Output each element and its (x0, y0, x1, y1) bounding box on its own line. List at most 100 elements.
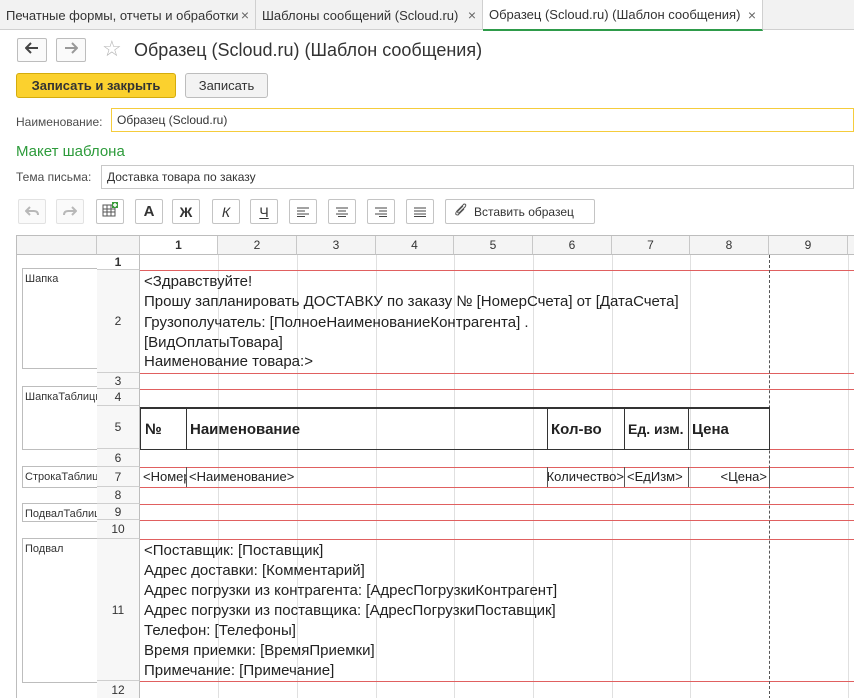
close-icon[interactable]: × (748, 7, 756, 23)
group-table-header[interactable]: ШапкаТаблицы (22, 386, 98, 450)
row-header[interactable]: 11 (97, 539, 140, 681)
name-field[interactable]: Образец (Scloud.ru) (111, 108, 854, 132)
arrow-left-icon (24, 41, 39, 59)
redo-icon (63, 204, 78, 220)
row-header[interactable]: 10 (97, 520, 140, 539)
align-justify-button[interactable] (406, 199, 434, 224)
underline-button[interactable]: Ч (250, 199, 278, 224)
footer-text-line: <Поставщик: [Поставщик] (144, 542, 324, 559)
group-header[interactable]: Шапка (22, 268, 98, 369)
undo-icon (24, 204, 39, 220)
group-footer[interactable]: Подвал (22, 538, 98, 683)
row-header[interactable]: 8 (97, 487, 140, 504)
row-header[interactable]: 9 (97, 504, 140, 520)
table-header-cell[interactable]: Кол-во (547, 407, 625, 450)
header-text-line: [ВидОплатыТовара] (144, 334, 283, 351)
subject-label: Тема письма: (16, 170, 92, 184)
section-line (140, 681, 854, 682)
row-header[interactable]: 7 (97, 467, 140, 487)
subject-field[interactable]: Доставка товара по заказу (101, 165, 854, 189)
column-header[interactable]: 2 (218, 236, 297, 255)
column-header[interactable]: 9 (769, 236, 848, 255)
footer-text-line: Примечание: [Примечание] (144, 662, 335, 679)
table-header-cell[interactable]: Ед. изм. (624, 407, 689, 450)
section-line (140, 389, 854, 390)
tab-label: Образец (Scloud.ru) (Шаблон сообщения) (489, 7, 741, 22)
table-row-cell[interactable]: <НомерСтроки> (141, 467, 187, 487)
insert-table-button[interactable] (96, 199, 124, 224)
tab-label: Печатные формы, отчеты и обработки (6, 7, 239, 23)
row-header[interactable]: 2 (97, 270, 140, 373)
footer-text-line: Адрес погрузки из поставщика: [АдресПогр… (144, 602, 556, 619)
save-button[interactable]: Записать (185, 73, 268, 98)
align-left-icon (297, 204, 309, 220)
table-row-cell[interactable]: <Цена> (689, 467, 770, 487)
template-spreadsheet[interactable]: 1 2 3 4 5 6 7 8 9 Шапка ШапкаТаблицы Стр… (16, 235, 854, 698)
header-text-line: Прошу запланировать ДОСТАВКУ по заказу №… (144, 293, 679, 310)
close-icon[interactable]: × (241, 7, 249, 23)
section-line (140, 539, 854, 540)
column-header[interactable]: 1 (140, 236, 218, 255)
paperclip-icon (454, 203, 468, 220)
back-button[interactable] (17, 38, 47, 62)
column-header[interactable]: 7 (612, 236, 690, 255)
align-right-icon (375, 204, 387, 220)
save-and-close-button[interactable]: Записать и закрыть (16, 73, 176, 98)
row-header[interactable]: 3 (97, 373, 140, 389)
tab-label: Шаблоны сообщений (Scloud.ru) (262, 7, 459, 23)
column-header[interactable]: 6 (533, 236, 612, 255)
align-justify-icon (414, 204, 426, 220)
insert-sample-label: Вставить образец (474, 204, 574, 219)
table-row-cell[interactable]: <ЕдИзм> (625, 467, 689, 487)
corner-header (17, 236, 97, 255)
row-header[interactable]: 6 (97, 449, 140, 467)
footer-text-line: Время приемки: [ВремяПриемки] (144, 642, 375, 659)
bold-button[interactable]: Ж (172, 199, 200, 224)
align-center-button[interactable] (328, 199, 356, 224)
row-header[interactable]: 5 (97, 406, 140, 449)
redo-button[interactable] (56, 199, 84, 224)
font-button[interactable]: A (135, 199, 163, 224)
corner-header (97, 236, 140, 255)
footer-text-line: Адрес погрузки из контрагента: [АдресПог… (144, 582, 558, 599)
table-row-cell[interactable]: <Наименование> (187, 467, 548, 487)
column-header[interactable]: 3 (297, 236, 376, 255)
name-label: Наименование: (16, 115, 103, 129)
row-header[interactable]: 12 (97, 681, 140, 698)
tab-message-templates[interactable]: Шаблоны сообщений (Scloud.ru) × (256, 0, 483, 30)
row-header[interactable]: 1 (97, 255, 140, 270)
row-header[interactable]: 4 (97, 389, 140, 406)
table-header-cell[interactable]: Наименование (186, 407, 548, 450)
header-text-line: <Здравствуйте! (144, 273, 253, 290)
table-header-cell[interactable]: Цена (688, 407, 770, 450)
column-header[interactable]: 4 (376, 236, 454, 255)
page-title: Образец (Scloud.ru) (Шаблон сообщения) (134, 40, 483, 60)
footer-text-line: Телефон: [Телефоны] (144, 622, 296, 639)
column-header[interactable]: 5 (454, 236, 533, 255)
footer-text-line: Адрес доставки: [Комментарий] (144, 562, 365, 579)
align-center-icon (336, 204, 348, 220)
align-right-button[interactable] (367, 199, 395, 224)
tab-print-forms[interactable]: Печатные формы, отчеты и обработки × (0, 0, 256, 30)
group-table-footer[interactable]: ПодвалТаблицы (22, 503, 98, 522)
insert-sample-button[interactable]: Вставить образец (445, 199, 595, 224)
table-row-cell[interactable]: <Количество> (548, 467, 625, 487)
align-left-button[interactable] (289, 199, 317, 224)
tab-template-sample[interactable]: Образец (Scloud.ru) (Шаблон сообщения) × (483, 0, 763, 31)
section-line (140, 504, 854, 505)
header-text-line: Грузополучатель: [ПолноеНаименованиеКонт… (144, 314, 529, 331)
forward-button[interactable] (56, 38, 86, 62)
section-title: Макет шаблона (16, 143, 125, 160)
italic-button[interactable]: К (212, 199, 240, 224)
section-line (140, 373, 854, 374)
section-line (140, 487, 854, 488)
table-header-cell[interactable]: № (140, 407, 187, 450)
close-icon[interactable]: × (468, 7, 476, 23)
undo-button[interactable] (18, 199, 46, 224)
grid-line (848, 255, 849, 698)
column-header[interactable]: 8 (690, 236, 769, 255)
section-line (140, 520, 854, 521)
favorite-star-icon[interactable]: ☆ (102, 36, 122, 62)
group-table-row[interactable]: СтрокаТаблицы (22, 466, 98, 488)
section-line (140, 270, 854, 271)
